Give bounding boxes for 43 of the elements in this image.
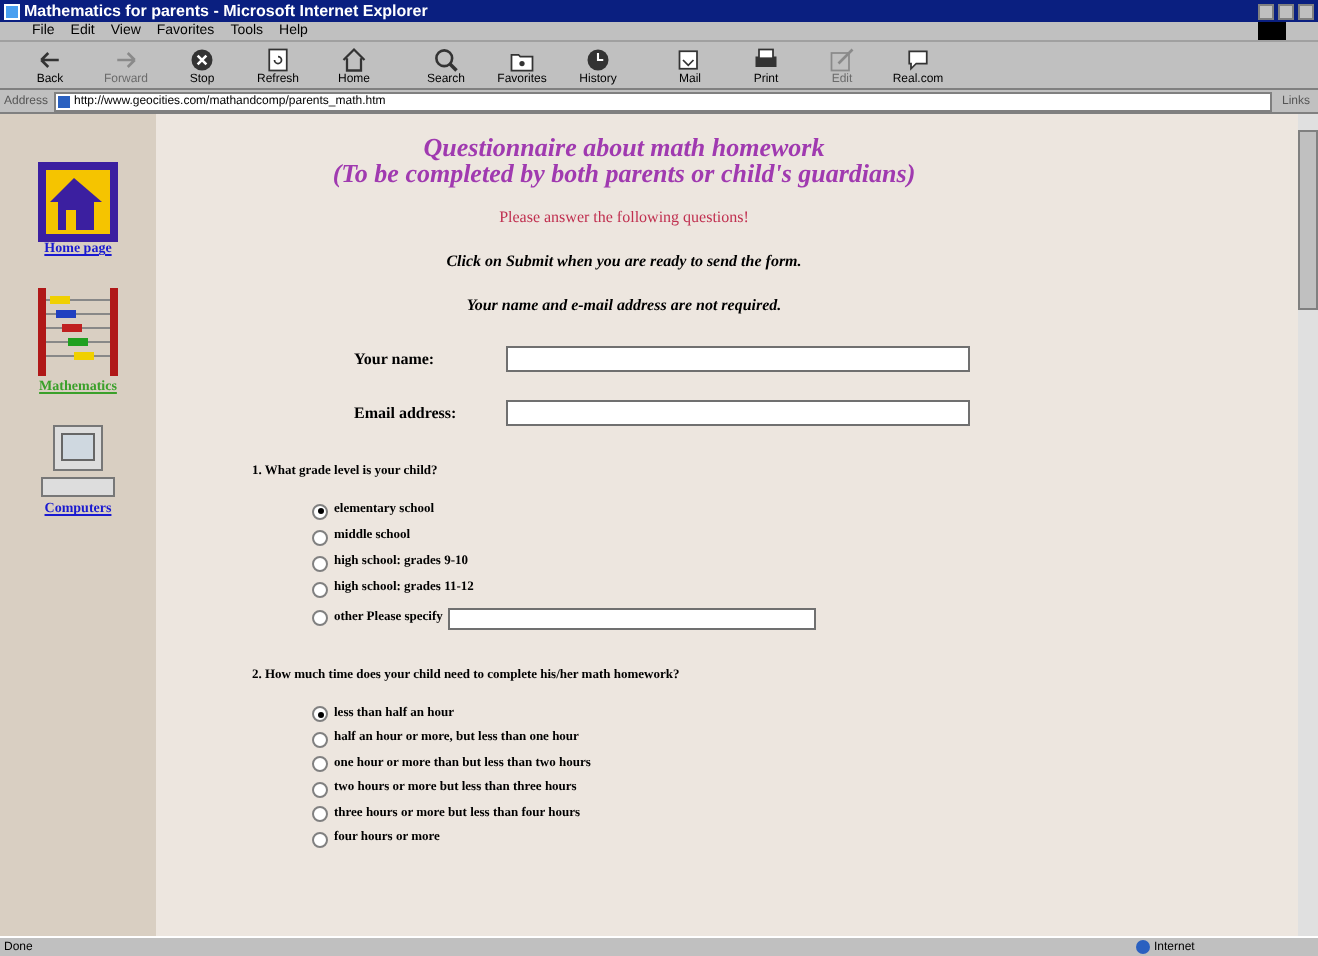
computer-icon xyxy=(38,422,118,502)
radio-button[interactable] xyxy=(312,806,328,822)
chat-icon xyxy=(904,45,932,73)
search-icon xyxy=(432,45,460,73)
page-heading: Questionnaire about math homework xyxy=(423,134,825,160)
radio-button[interactable] xyxy=(312,581,328,597)
text-field[interactable] xyxy=(506,400,970,426)
radio-button[interactable] xyxy=(312,781,328,797)
radio-button[interactable] xyxy=(312,555,328,571)
windows-logo-icon xyxy=(1258,22,1286,40)
radio-button[interactable] xyxy=(312,756,328,772)
maximize-button[interactable] xyxy=(1278,3,1294,19)
window-icon xyxy=(4,3,20,19)
text-field[interactable] xyxy=(448,607,817,629)
instruction-text: Your name and e-mail address are not required. xyxy=(466,294,782,318)
window-title: Mathematics for parents - Microsoft Internet Explorer xyxy=(24,3,430,19)
minimize-button[interactable] xyxy=(1258,3,1274,19)
scroll-thumb[interactable] xyxy=(1298,130,1318,310)
radio-button[interactable] xyxy=(312,831,328,847)
globe-icon xyxy=(1136,940,1150,954)
scrollbar[interactable] xyxy=(1298,114,1318,936)
radio-button[interactable] xyxy=(312,610,328,626)
abacus-icon xyxy=(34,284,122,380)
instruction-text: Click on Submit when you are ready to send the form. xyxy=(446,250,802,274)
house-icon xyxy=(38,162,118,242)
close-button[interactable] xyxy=(1298,3,1314,19)
page-heading: (To be completed by both parents or child's guardians) xyxy=(332,160,916,186)
field-label: Your name: xyxy=(354,347,437,371)
refresh-icon xyxy=(264,45,292,73)
mail-icon xyxy=(676,45,704,73)
page-icon xyxy=(58,95,71,107)
home-icon xyxy=(340,45,368,73)
text-field[interactable] xyxy=(506,346,970,372)
radio-button[interactable] xyxy=(312,731,328,747)
radio-button[interactable] xyxy=(312,503,328,519)
radio-button[interactable] xyxy=(312,706,328,722)
stop-icon xyxy=(188,45,216,73)
history-icon xyxy=(584,45,612,73)
print-icon xyxy=(752,45,780,73)
field-label: Email address: xyxy=(354,401,459,425)
intro-text: Please answer the following questions! xyxy=(499,206,749,230)
edit-icon xyxy=(828,45,856,73)
radio-button[interactable] xyxy=(312,529,328,545)
